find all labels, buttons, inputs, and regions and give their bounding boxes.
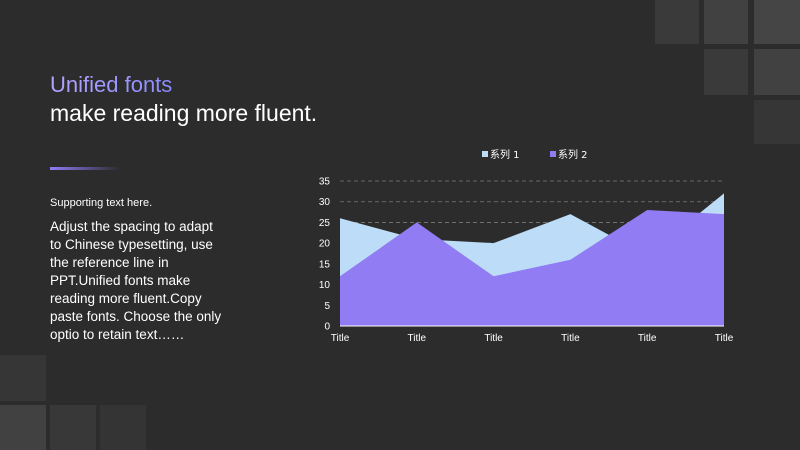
x-tick-label: Title: [715, 333, 734, 344]
y-tick-label: 10: [319, 280, 331, 291]
y-tick-label: 15: [319, 259, 331, 270]
area-chart: 0 5 10 15 20 25 30 35 Title Title Title Title Title T…: [319, 148, 734, 344]
legend-swatch-2: [550, 151, 556, 157]
x-tick-label: Title: [408, 333, 427, 344]
y-tick-label: 30: [319, 197, 331, 208]
y-tick-label: 5: [324, 301, 330, 312]
legend-label-1: 系列 1: [490, 148, 520, 161]
x-tick-label: Title: [638, 333, 657, 344]
x-tick-label: Title: [331, 333, 350, 344]
y-tick-label: 20: [319, 239, 331, 250]
legend-swatch-1: [482, 151, 488, 157]
x-tick-label: Title: [561, 333, 580, 344]
y-tick-label: 25: [319, 218, 331, 229]
y-tick-label: 35: [319, 177, 331, 188]
x-tick-label: Title: [484, 333, 503, 344]
y-tick-label: 0: [324, 322, 330, 333]
legend-label-2: 系列 2: [558, 148, 588, 161]
